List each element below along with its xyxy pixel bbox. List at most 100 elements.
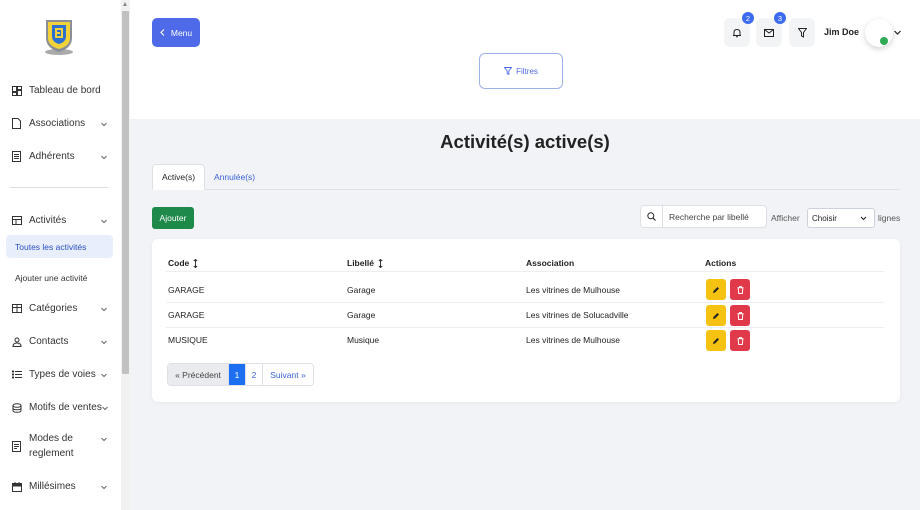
document-icon [11,441,22,452]
row-divider [166,271,884,272]
sidebar-divider [10,187,108,188]
app-logo [45,20,73,55]
column-header-label: Code [168,258,190,268]
sidebar-item-label: Catégories [29,303,78,314]
chevron-down-icon[interactable] [893,28,902,37]
trash-icon [737,285,743,294]
pencil-icon [713,312,719,319]
sidebar-subitem-ajouter-une-activite[interactable]: Ajouter une activité [6,266,113,289]
rows-per-page-select[interactable]: Choisir [807,208,875,228]
chevron-down-icon [101,373,107,377]
chevron-left-icon [160,29,165,36]
notifications-badge: 2 [742,12,754,24]
sidebar-item-label: Millésimes [29,481,76,492]
sidebar-item-label: Contacts [29,336,69,347]
scrollbar-thumb[interactable] [122,11,129,374]
menu-button[interactable]: Menu [152,18,200,47]
user-name[interactable]: Jim Doe [824,27,859,37]
funnel-icon [797,27,807,38]
menu-button-label: Menu [170,27,193,38]
tab-active[interactable]: Active(s) [152,164,205,190]
column-header-code[interactable]: Code [168,258,198,268]
filter-icon [504,67,513,75]
sidebar-item-label: Activités [29,215,67,226]
tab-cancelled[interactable]: Annulée(s) [214,164,255,190]
column-header-libelle[interactable]: Libellé [347,258,383,268]
calendar-icon [11,481,22,492]
delete-button[interactable] [730,279,750,300]
edit-button[interactable] [706,279,726,300]
messages-button[interactable]: 3 [756,12,786,47]
sidebar-item-adherents[interactable]: Adhérents [0,149,121,164]
sidebar-item-modes-de-reglement[interactable]: Modes de reglement [0,431,121,461]
tab-bar: Active(s) Annulée(s) [152,164,900,190]
lines-label: lignes [878,213,901,223]
previous-page-button[interactable]: « Précédent [168,364,229,385]
sidebar-item-label: Associations [29,118,86,129]
bell-icon [733,28,741,37]
cell-libelle: Garage [347,310,376,320]
sidebar-item-label: Adhérents [29,151,75,162]
avatar[interactable] [865,19,893,47]
filters-button-label: Filtres [516,66,538,76]
sidebar-item-activites[interactable]: Activités [0,213,121,228]
sidebar-item-contacts[interactable]: Contacts [0,334,121,349]
cell-association: Les vitrines de Mulhouse [526,285,621,295]
column-header-label: Libellé [347,258,374,268]
sidebar-item-motifs-de-ventes[interactable]: Motifs de ventes [0,400,121,415]
sidebar-item-categories[interactable]: Catégories [0,301,121,316]
mail-icon [764,28,774,37]
chevron-down-icon [102,406,108,410]
sidebar-item-label: Motifs de ventes [29,402,102,413]
sidebar-subitem-toutes-les-activites[interactable]: Toutes les activités [6,235,113,258]
row-divider [166,302,884,303]
cell-libelle: Garage [347,285,376,295]
add-button[interactable]: Ajouter [152,207,194,229]
page-2-button[interactable]: 2 [246,364,263,385]
sidebar-item-types-de-voies[interactable]: Types de voies [0,367,121,382]
edit-button[interactable] [706,330,726,351]
chevron-down-icon [101,219,107,223]
chevron-down-icon [101,340,107,344]
sidebar-scrollbar[interactable] [121,0,130,510]
sidebar-item-tableau-de-bord[interactable]: Tableau de bord [0,83,121,98]
cell-association: Les vitrines de Solucadville [526,310,629,320]
pencil-icon [713,337,719,344]
search-icon [641,206,663,227]
list-bullet-icon [11,369,22,380]
trash-icon [737,311,743,320]
sidebar-item-label: Tableau de bord [29,85,101,96]
filters-button[interactable]: Filtres [479,53,563,89]
online-status-dot [880,37,888,45]
notifications-button[interactable]: 2 [724,12,754,47]
chevron-down-icon [101,122,107,126]
table-icon [11,215,22,226]
chevron-down-icon [101,155,107,159]
coins-icon [11,402,22,413]
chevron-down-icon [101,437,107,442]
column-header-actions: Actions [705,258,737,268]
trash-icon [737,336,743,345]
dashboard-icon [11,85,22,96]
next-page-button[interactable]: Suivant » [263,364,313,385]
sidebar-item-label: Modes de reglement [29,433,74,459]
page-1-button[interactable]: 1 [229,364,246,385]
search-input[interactable] [663,206,763,227]
cell-code: GARAGE [168,285,205,295]
messages-badge: 3 [774,12,786,24]
scroll-up-icon[interactable] [123,2,127,6]
sidebar-item-associations[interactable]: Associations [0,116,121,131]
delete-button[interactable] [730,305,750,326]
edit-button[interactable] [706,305,726,326]
sidebar-item-millesimes[interactable]: Millésimes [0,479,121,494]
pagination: « Précédent 1 2 Suivant » [167,363,314,386]
sidebar: Tableau de bord Associations Adhérents A… [0,0,121,510]
chevron-down-icon [860,216,867,221]
filter-toggle-button[interactable] [789,18,815,47]
main-content: Activité(s) active(s) Active(s) Annulée(… [130,119,920,510]
chevron-down-icon [101,307,107,311]
cell-association: Les vitrines de Mulhouse [526,335,621,345]
sort-icon [193,258,198,268]
cell-libelle: Musique [347,335,380,345]
delete-button[interactable] [730,330,750,351]
